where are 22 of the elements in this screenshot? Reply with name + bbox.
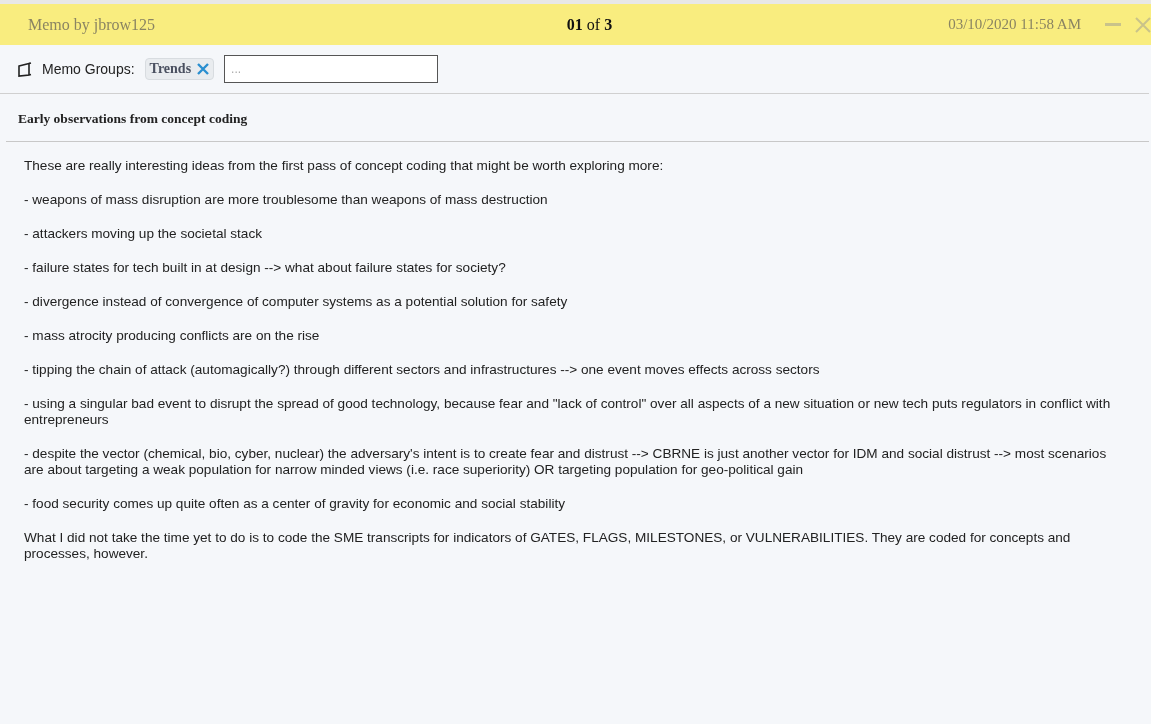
- memo-paragraph: - using a singular bad event to disrupt the spread of good technology, because fear and "lack of control" over all aspects of a new situation or new tech puts regulators in conflict with entrepreneurs: [24, 396, 1112, 428]
- memo-author: Memo by jbrow125: [28, 15, 157, 34]
- memo-title: Early observations from concept coding: [6, 94, 1149, 142]
- memo-paragraph: - despite the vector (chemical, bio, cyber, nuclear) the adversary's intent is to create fear and distrust --> CBRNE is just another vector for IDM and social distrust --> most scenarios are about targeting a weak population for narrow minded views (i.e. race superiority) OR targeting population for geo-political gain: [24, 446, 1108, 478]
- memo-paragraph: - attackers moving up the societal stack: [24, 226, 263, 242]
- memo-icon: [17, 61, 32, 77]
- memo-paragraph: - tipping the chain of attack (automagically?) through different sectors and infrastructures --> one event moves effects across sectors: [24, 362, 821, 378]
- memo-paragraph: - divergence instead of convergence of computer systems as a potential solution for safety: [24, 294, 569, 310]
- remove-icon[interactable]: [197, 63, 210, 75]
- memo-groups-label: Memo Groups:: [42, 61, 135, 77]
- minimize-icon[interactable]: [1105, 22, 1121, 27]
- memo-timestamp: 03/10/2020 11:58 AM: [948, 16, 1081, 33]
- memo-counter: 01 of 3: [566, 15, 613, 34]
- memo-paragraph: What I did not take the time yet to do is to code the SME transcripts for indicators of GATES, FLAGS, MILESTONES, or VULNERABILITIES. They are coded for concepts and processes, however.: [24, 530, 1072, 562]
- memo-paragraph: - food security comes up quite often as a center of gravity for economic and social stability: [24, 496, 566, 512]
- memo-paragraph: - failure states for tech built in at design --> what about failure states for society?: [24, 260, 507, 276]
- memo-paragraph: - weapons of mass disruption are more troublesome than weapons of mass destruction: [24, 192, 549, 208]
- memo-paragraph: - mass atrocity producing conflicts are on the rise: [24, 328, 321, 344]
- group-tag[interactable]: Trends: [144, 58, 215, 80]
- memo-paragraph: These are really interesting ideas from the first pass of concept coding that might be worth exploring more:: [24, 158, 665, 174]
- close-icon[interactable]: [1135, 16, 1151, 33]
- group-input-field[interactable]: ...: [224, 55, 439, 83]
